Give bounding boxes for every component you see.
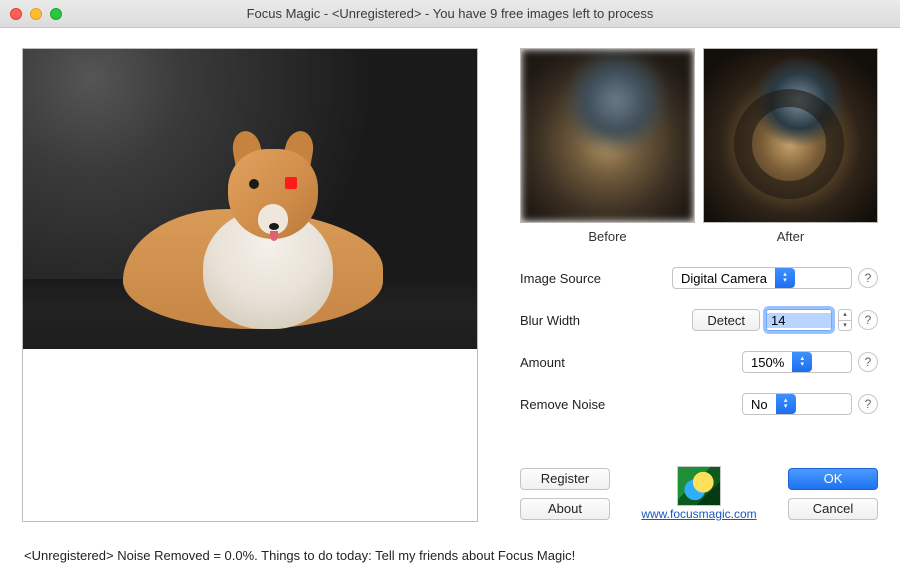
remove-noise-label: Remove Noise — [520, 397, 650, 412]
help-button-remove-noise[interactable]: ? — [858, 394, 878, 414]
window-controls — [0, 8, 62, 20]
zoom-icon[interactable] — [50, 8, 62, 20]
chevron-updown-icon: ▴▾ — [792, 352, 812, 372]
image-source-value: Digital Camera — [673, 271, 775, 286]
window-title: Focus Magic - <Unregistered> - You have … — [0, 6, 900, 21]
preview-subject — [103, 149, 403, 339]
focus-marker — [285, 177, 297, 189]
minimize-icon[interactable] — [30, 8, 42, 20]
before-preview[interactable] — [520, 48, 695, 223]
help-button-amount[interactable]: ? — [858, 352, 878, 372]
main-preview-image[interactable] — [23, 49, 477, 349]
help-button-blur-width[interactable]: ? — [858, 310, 878, 330]
stepper-up-icon[interactable]: ▴ — [839, 310, 851, 321]
blur-width-input[interactable]: 14 — [766, 309, 832, 331]
amount-label: Amount — [520, 355, 650, 370]
titlebar: Focus Magic - <Unregistered> - You have … — [0, 0, 900, 28]
app-logo-icon — [677, 466, 721, 506]
chevron-updown-icon: ▴▾ — [775, 268, 795, 288]
close-icon[interactable] — [10, 8, 22, 20]
ok-button[interactable]: OK — [788, 468, 878, 490]
detect-button[interactable]: Detect — [692, 309, 760, 331]
help-button-image-source[interactable]: ? — [858, 268, 878, 288]
image-source-select[interactable]: Digital Camera ▴▾ — [672, 267, 852, 289]
blur-width-label: Blur Width — [520, 313, 650, 328]
stepper-down-icon[interactable]: ▾ — [839, 321, 851, 331]
blur-width-stepper[interactable]: ▴ ▾ — [838, 309, 852, 331]
main-preview-frame — [22, 48, 478, 522]
website-link[interactable]: www.focusmagic.com — [641, 507, 756, 521]
register-button[interactable]: Register — [520, 468, 610, 490]
amount-value: 150% — [743, 355, 792, 370]
before-label: Before — [520, 229, 695, 244]
amount-select[interactable]: 150% ▴▾ — [742, 351, 852, 373]
remove-noise-value: No — [743, 397, 776, 412]
remove-noise-select[interactable]: No ▴▾ — [742, 393, 852, 415]
blur-width-value: 14 — [767, 313, 831, 328]
chevron-updown-icon: ▴▾ — [776, 394, 796, 414]
after-preview[interactable] — [703, 48, 878, 223]
image-source-label: Image Source — [520, 271, 650, 286]
about-button[interactable]: About — [520, 498, 610, 520]
after-label: After — [703, 229, 878, 244]
status-bar: <Unregistered> Noise Removed = 0.0%. Thi… — [0, 544, 900, 573]
cancel-button[interactable]: Cancel — [788, 498, 878, 520]
